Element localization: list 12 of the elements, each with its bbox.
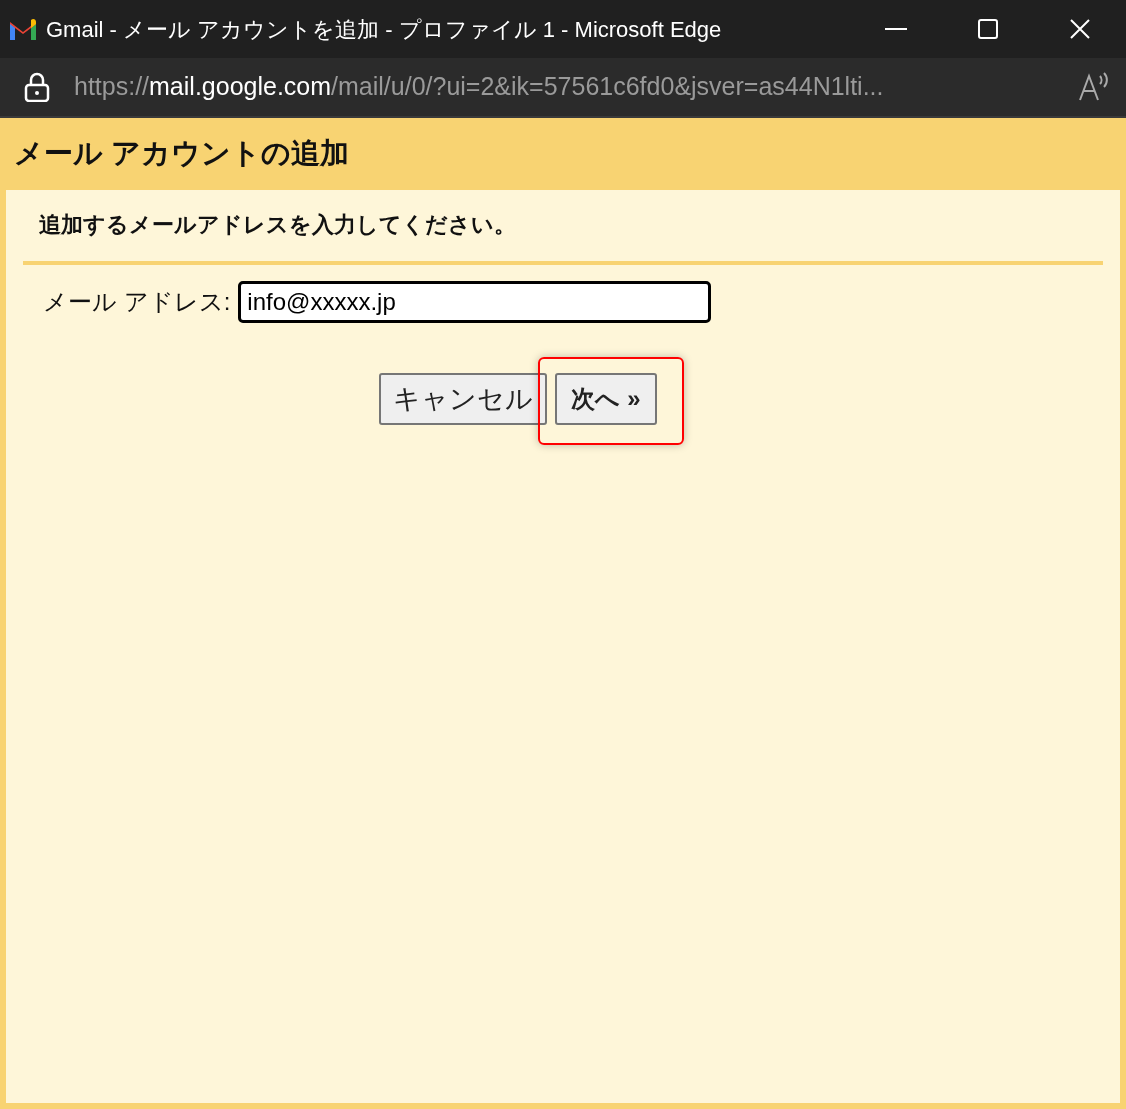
dialog-title: メール アカウントの追加 [14,136,350,172]
close-icon[interactable] [1069,18,1091,40]
window-title: Gmail - メール アカウントを追加 - プロファイル 1 - Microsoft Edge [46,15,723,44]
email-label: メール アドレス: [43,287,231,317]
email-input-field[interactable]: info@xxxxx.jp [238,281,712,323]
next-button[interactable]: 次へ » [555,373,657,425]
lock-icon[interactable] [24,72,50,102]
gmail-logo-icon [8,18,38,40]
read-aloud-icon[interactable] [1078,72,1110,102]
instruction-text: 追加するメールアドレスを入力してください。 [39,212,516,237]
cancel-button[interactable]: キャンセル [379,373,548,425]
maximize-icon[interactable] [978,19,998,39]
